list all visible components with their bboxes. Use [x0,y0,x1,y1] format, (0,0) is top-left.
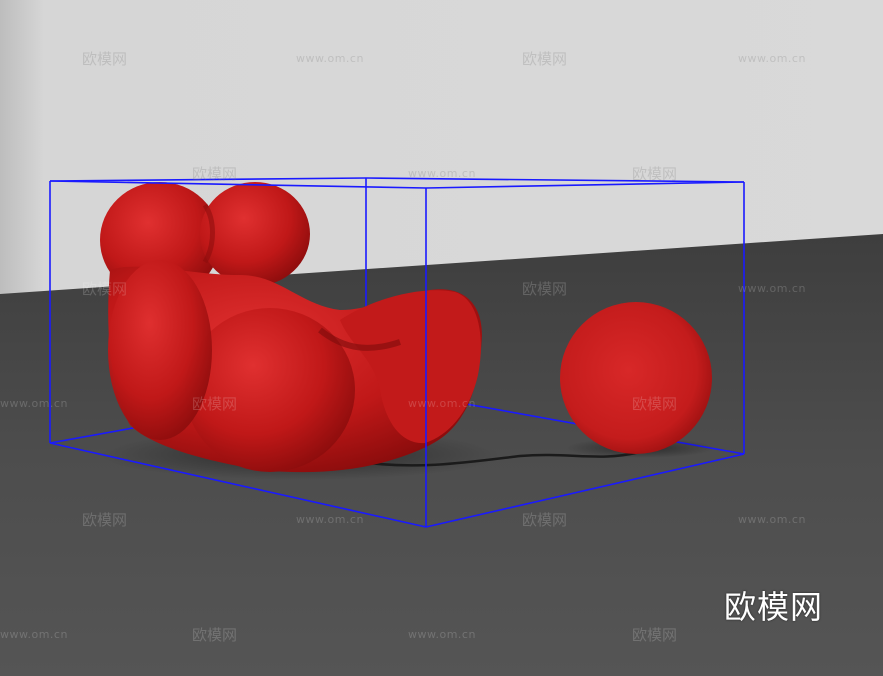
logo-watermark: 欧模网 [724,588,824,626]
ottoman-ball [560,302,712,454]
scene-canvas [0,0,883,676]
render-scene: 欧模网 www.om.cn 欧模网 www.om.cn 欧模网 www.om.c… [0,0,883,676]
